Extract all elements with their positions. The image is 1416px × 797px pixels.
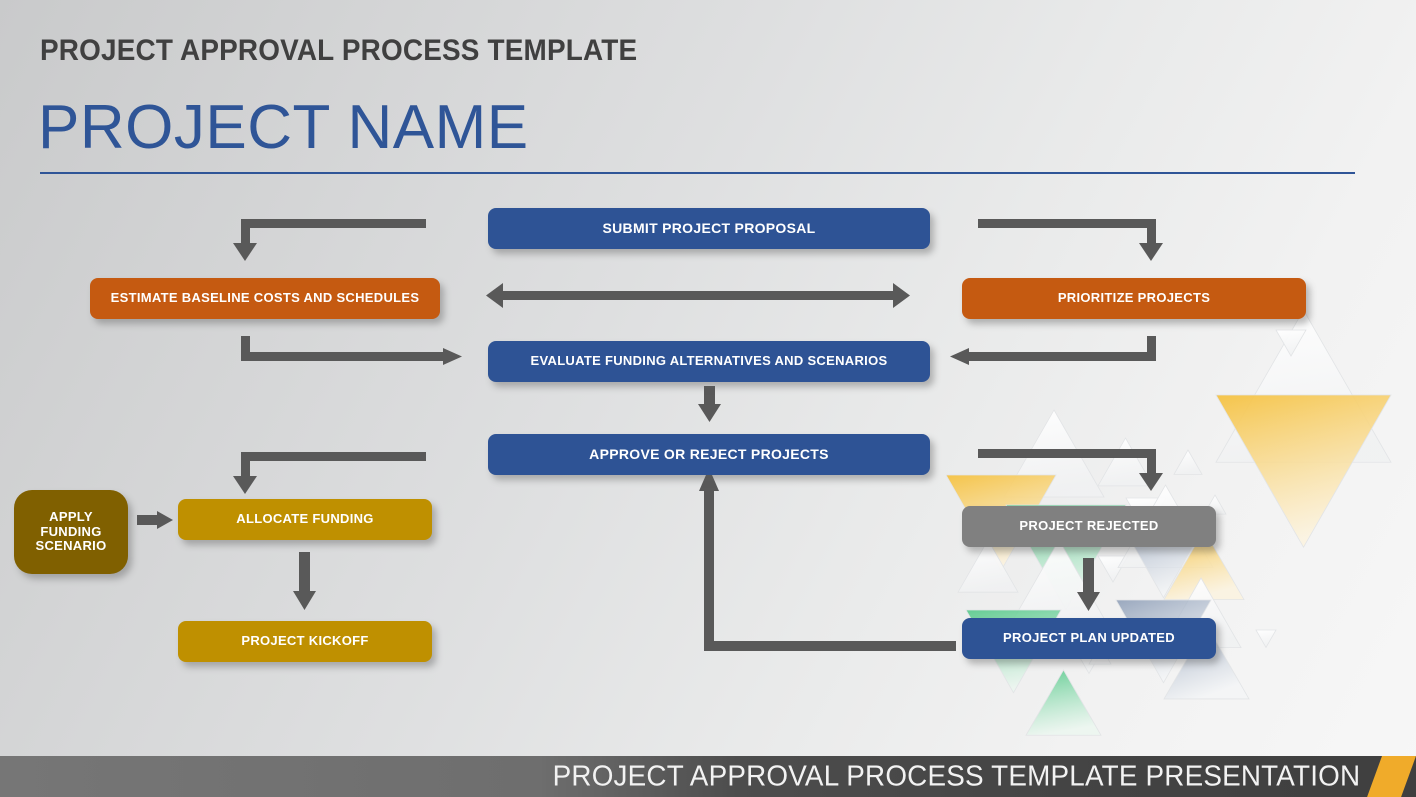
- footer-accent-stripe: [1363, 756, 1416, 797]
- flow-node-label: PROJECT KICKOFF: [241, 633, 369, 649]
- flow-node-label: APPROVE OR REJECT PROJECTS: [589, 445, 829, 462]
- flow-node-label: APPLY FUNDING SCENARIO: [35, 509, 107, 554]
- flow-node-label: ESTIMATE BASELINE COSTS AND SCHEDULES: [110, 290, 420, 306]
- connector-proposal-to-estimate: [233, 219, 426, 261]
- connector-evaluate-to-approve: [698, 386, 721, 422]
- flow-node-project-rejected[interactable]: PROJECT REJECTED: [962, 506, 1216, 547]
- flow-node-project-kickoff[interactable]: PROJECT KICKOFF: [178, 621, 432, 662]
- connector-rejected-to-plan-updated: [1077, 558, 1100, 611]
- flow-node-estimate-baseline-costs[interactable]: ESTIMATE BASELINE COSTS AND SCHEDULES: [90, 278, 440, 319]
- flow-node-label: PROJECT PLAN UPDATED: [1003, 630, 1175, 646]
- footer-bar: PROJECT APPROVAL PROCESS TEMPLATE PRESEN…: [0, 756, 1416, 797]
- decorative-triangle: [1025, 669, 1102, 736]
- flow-node-evaluate-funding[interactable]: EVALUATE FUNDING ALTERNATIVES AND SCENAR…: [488, 341, 930, 382]
- connector-approve-to-allocate: [233, 452, 426, 494]
- connector-approve-to-rejected: [978, 449, 1163, 491]
- flow-node-label: EVALUATE FUNDING ALTERNATIVES AND SCENAR…: [530, 353, 888, 369]
- decorative-triangle: [957, 539, 1019, 593]
- footer-title: PROJECT APPROVAL PROCESS TEMPLATE PRESEN…: [552, 760, 1360, 792]
- connector-allocate-to-kickoff: [293, 552, 316, 610]
- flow-node-prioritize-projects[interactable]: PRIORITIZE PROJECTS: [962, 278, 1306, 319]
- decorative-triangle: [1275, 329, 1307, 357]
- connector-estimate-to-evaluate: [241, 336, 462, 365]
- flow-node-submit-project-proposal[interactable]: SUBMIT PROJECT PROPOSAL: [488, 208, 930, 249]
- decorative-triangle: [1215, 309, 1392, 463]
- decorative-triangle: [1215, 394, 1392, 549]
- flow-node-project-plan-updated[interactable]: PROJECT PLAN UPDATED: [962, 618, 1216, 659]
- decorative-triangle: [1003, 409, 1105, 498]
- connector-plan-updated-to-approve: [699, 468, 956, 651]
- flow-node-label: ALLOCATE FUNDING: [236, 511, 374, 527]
- title-underline-rule: [40, 172, 1355, 174]
- connector-scenario-to-allocate: [137, 511, 173, 529]
- decorative-triangle: [1097, 555, 1129, 583]
- flow-node-label: SUBMIT PROJECT PROPOSAL: [602, 219, 816, 236]
- connector-estimate-prioritize-link: [486, 283, 910, 308]
- page-title: PROJECT NAME: [38, 93, 529, 162]
- flow-node-approve-or-reject[interactable]: APPROVE OR REJECT PROJECTS: [488, 434, 930, 475]
- flow-node-label: PRIORITIZE PROJECTS: [1057, 290, 1211, 306]
- connector-prioritize-to-evaluate: [950, 336, 1156, 365]
- page-kicker: PROJECT APPROVAL PROCESS TEMPLATE: [40, 34, 638, 67]
- decorative-triangle: [1255, 629, 1277, 649]
- decorative-triangle: [1097, 437, 1154, 487]
- flow-node-allocate-funding[interactable]: ALLOCATE FUNDING: [178, 499, 432, 540]
- slide-canvas: PROJECT APPROVAL PROCESS TEMPLATE PROJEC…: [0, 0, 1416, 797]
- flow-node-label: PROJECT REJECTED: [1019, 518, 1159, 534]
- decorative-triangle: [1173, 449, 1203, 475]
- flow-node-apply-funding-scenario[interactable]: APPLY FUNDING SCENARIO: [14, 490, 128, 574]
- connector-proposal-to-prioritize: [978, 219, 1163, 261]
